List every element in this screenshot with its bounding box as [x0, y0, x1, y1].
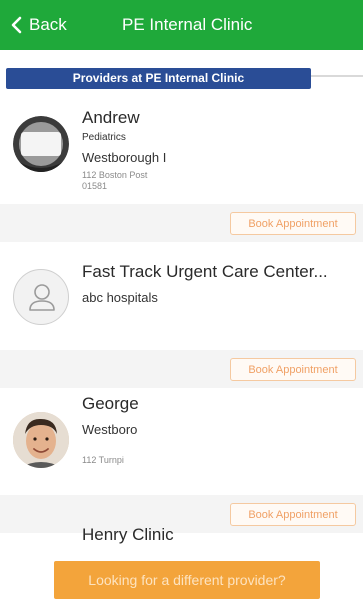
provider-location: Westborough I: [82, 150, 167, 165]
provider-card[interactable]: Henry Clinic: [0, 525, 363, 548]
screen: Back PE Internal Clinic Providers at PE …: [0, 0, 363, 604]
provider-card[interactable]: George Westboro 112 Turnpi: [0, 388, 363, 495]
book-appointment-button[interactable]: Book Appointment: [230, 503, 356, 526]
provider-photo-icon: [13, 116, 69, 172]
back-label: Back: [29, 15, 67, 34]
section-header: Providers at PE Internal Clinic: [6, 68, 311, 89]
section-divider: [311, 75, 363, 77]
provider-avatar: [13, 269, 69, 325]
book-appointment-button[interactable]: Book Appointment: [230, 358, 356, 381]
provider-address-line1: 112 Turnpi: [82, 455, 124, 465]
nav-header: Back PE Internal Clinic: [0, 0, 363, 50]
card-footer: Book Appointment: [0, 495, 363, 533]
provider-card[interactable]: Fast Track Urgent Care Center... abc hos…: [0, 242, 363, 350]
provider-name: Henry Clinic: [82, 525, 174, 544]
provider-avatar: [13, 116, 69, 172]
provider-avatar: [13, 412, 69, 468]
back-button[interactable]: Back: [10, 14, 67, 36]
provider-name: Andrew: [82, 108, 140, 127]
provider-photo-icon: [13, 412, 69, 468]
card-footer: Book Appointment: [0, 350, 363, 388]
provider-location: Westboro: [82, 422, 138, 437]
provider-address-line2: 01581: [82, 181, 108, 191]
card-footer: Book Appointment: [0, 204, 363, 242]
provider-card[interactable]: Andrew Pediatrics Westborough I 112 Bost…: [0, 96, 363, 204]
provider-specialty: Pediatrics: [82, 132, 126, 143]
person-placeholder-icon: [29, 284, 55, 311]
provider-address-line1: 112 Boston Post: [82, 170, 148, 180]
provider-location: abc hospitals: [82, 290, 158, 305]
provider-name: George: [82, 394, 139, 413]
provider-list[interactable]: Andrew Pediatrics Westborough I 112 Bost…: [0, 96, 363, 548]
find-different-provider-button[interactable]: Looking for a different provider?: [54, 561, 320, 599]
page-title: PE Internal Clinic: [122, 15, 253, 34]
chevron-left-icon: [11, 16, 22, 34]
book-appointment-button[interactable]: Book Appointment: [230, 212, 356, 235]
provider-name: Fast Track Urgent Care Center...: [82, 262, 328, 281]
